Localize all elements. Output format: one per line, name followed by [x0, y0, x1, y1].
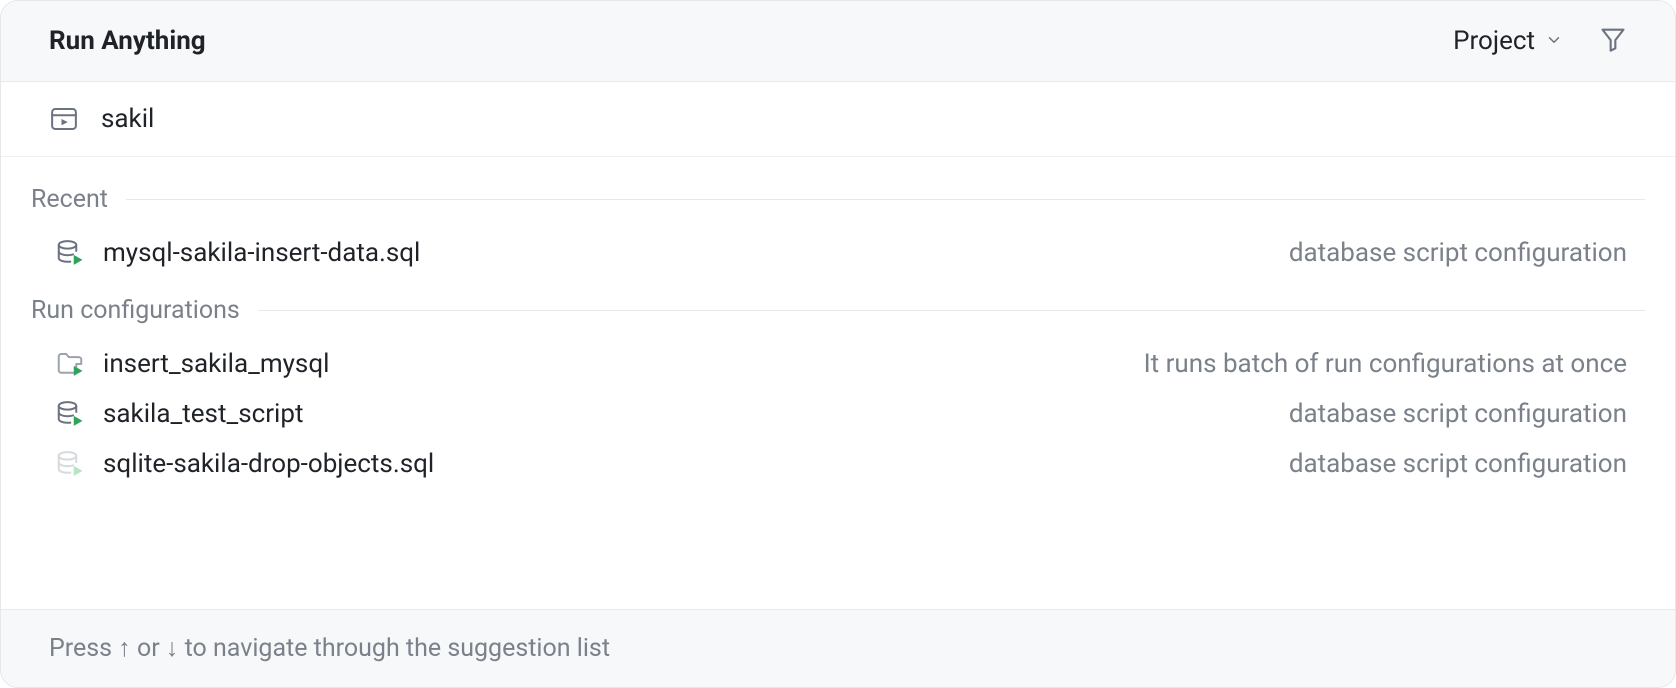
scope-selector[interactable]: Project: [1453, 26, 1563, 56]
chevron-down-icon: [1545, 26, 1563, 56]
database-run-icon-dimmed: [55, 449, 85, 479]
search-input[interactable]: [101, 104, 1627, 134]
footer-hint: Press ↑ or ↓ to navigate through the sug…: [49, 634, 1627, 663]
folder-run-icon: [55, 349, 85, 379]
dialog-title: Run Anything: [49, 26, 206, 56]
result-description: database script configuration: [1289, 399, 1627, 429]
result-label: mysql-sakila-insert-data.sql: [103, 238, 420, 268]
result-label: insert_sakila_mysql: [103, 349, 329, 379]
result-label: sakila_test_script: [103, 399, 303, 429]
section-divider: [258, 310, 1645, 311]
result-description: database script configuration: [1289, 449, 1627, 479]
result-description: database script configuration: [1289, 238, 1627, 268]
result-label: sqlite-sakila-drop-objects.sql: [103, 449, 434, 479]
section-header-run-configurations: Run configurations: [1, 278, 1675, 339]
filter-button[interactable]: [1599, 25, 1627, 57]
run-target-icon: [49, 104, 79, 134]
database-run-icon: [55, 238, 85, 268]
header-controls: Project: [1453, 25, 1627, 57]
section-label: Run configurations: [31, 296, 240, 325]
section-label: Recent: [31, 185, 108, 214]
run-anything-dialog: Run Anything Project: [0, 0, 1676, 688]
dialog-header: Run Anything Project: [1, 1, 1675, 82]
section-header-recent: Recent: [1, 167, 1675, 228]
dialog-footer: Press ↑ or ↓ to navigate through the sug…: [1, 609, 1675, 687]
result-item[interactable]: insert_sakila_mysql It runs batch of run…: [1, 339, 1675, 389]
result-item[interactable]: sqlite-sakila-drop-objects.sql database …: [1, 439, 1675, 489]
result-description: It runs batch of run configurations at o…: [1144, 349, 1627, 379]
section-divider: [126, 199, 1645, 200]
search-row: [1, 82, 1675, 157]
filter-icon: [1599, 25, 1627, 57]
database-run-icon: [55, 399, 85, 429]
result-item[interactable]: mysql-sakila-insert-data.sql database sc…: [1, 228, 1675, 278]
results-body: Recent mysql-sakila-insert-data.sql data…: [1, 157, 1675, 609]
result-item[interactable]: sakila_test_script database script confi…: [1, 389, 1675, 439]
scope-label: Project: [1453, 26, 1535, 56]
